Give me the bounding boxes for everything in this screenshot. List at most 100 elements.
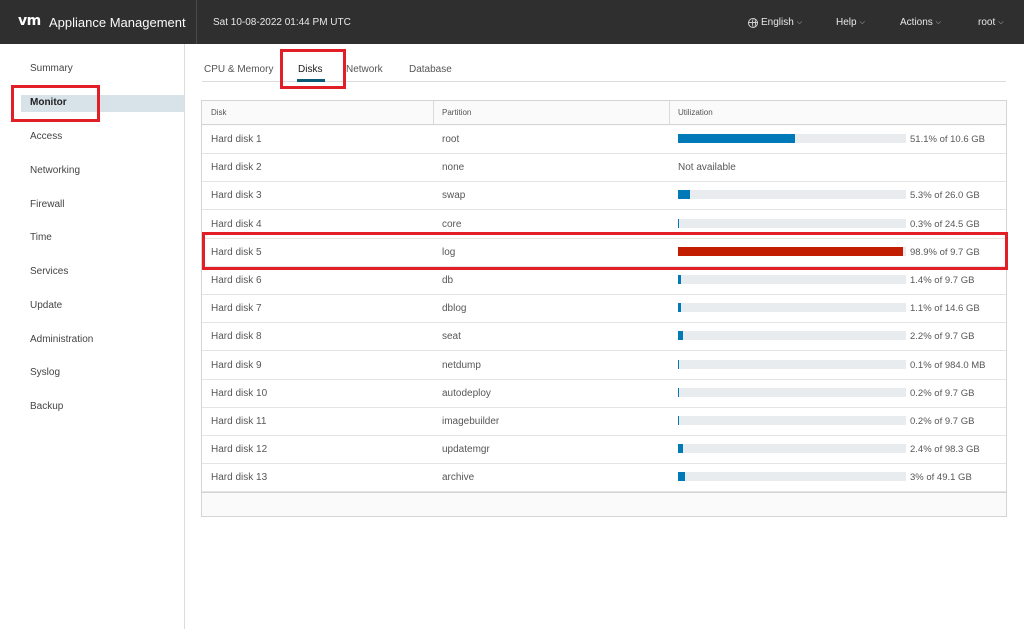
disks-table: Disk Partition Utilization Hard disk 1 ro… [201, 100, 1007, 517]
utilization-text: 2.2% of 9.7 GB [910, 331, 975, 343]
disk-name-cell: Hard disk 3 [211, 190, 262, 202]
table-body: Hard disk 1 root 51.1% of 10.6 GB Hard disk… [202, 126, 1006, 493]
sidebar-item-services[interactable]: Services [30, 266, 68, 277]
utilization-bar-fill [678, 331, 684, 341]
disk-name-cell: Hard disk 9 [211, 359, 262, 371]
table-row[interactable]: Hard disk 7 dblog 1.1% of 14.6 GB [202, 295, 1006, 324]
column-separator[interactable] [433, 101, 434, 125]
table-footer [202, 492, 1006, 516]
disk-name-cell: Hard disk 8 [211, 331, 262, 343]
utilization-bar-fill [678, 387, 680, 397]
top-header: vm Appliance Management Sat 10-08-2022 0… [0, 0, 1024, 44]
disk-name-cell: Hard disk 1 [211, 134, 262, 145]
tab-database[interactable]: Database [409, 64, 452, 75]
partition-cell: seat [442, 331, 461, 343]
sidebar-item-access[interactable]: Access [30, 131, 62, 142]
utilization-bar [678, 387, 906, 397]
utilization-bar-fill [678, 303, 681, 313]
utilization-text: Not available [678, 162, 736, 174]
annotation-hard-disk-5-highlight [202, 232, 1008, 270]
column-header-partition[interactable]: Partition [442, 108, 471, 117]
utilization-bar [678, 472, 906, 482]
partition-cell: archive [442, 472, 475, 484]
table-row[interactable]: Hard disk 11 imagebuilder 0.2% of 9.7 GB [202, 408, 1006, 436]
partition-cell: root [442, 134, 460, 145]
disk-name-cell: Hard disk 6 [211, 275, 262, 286]
utilization-bar-fill [678, 275, 682, 284]
utilization-bar-fill [678, 444, 684, 454]
chevron-down-icon: ⌵ [859, 18, 865, 26]
disk-name-cell: Hard disk 2 [211, 162, 262, 174]
sidebar-item-time[interactable]: Time [30, 232, 52, 243]
utilization-bar [678, 331, 906, 341]
table-row[interactable]: Hard disk 2 none Not available [202, 154, 1006, 183]
annotation-disks-tab-highlight [280, 49, 346, 89]
header-divider [196, 0, 197, 44]
table-row[interactable]: Hard disk 6 db 1.4% of 9.7 GB [202, 267, 1006, 295]
utilization-bar-fill [678, 472, 685, 482]
utilization-text: 3% of 49.1 GB [910, 472, 972, 484]
disk-name-cell: Hard disk 11 [211, 416, 267, 427]
sidebar-item-update[interactable]: Update [30, 300, 62, 311]
sidebar-item-syslog[interactable]: Syslog [30, 367, 60, 378]
partition-cell: swap [442, 190, 466, 202]
sidebar-item-networking[interactable]: Networking [30, 165, 80, 176]
utilization-text: 51.1% of 10.6 GB [910, 134, 985, 145]
utilization-bar-fill [678, 416, 680, 425]
table-row[interactable]: Hard disk 1 root 51.1% of 10.6 GB [202, 126, 1006, 154]
annotation-monitor-highlight [11, 85, 100, 122]
user-label: root [978, 17, 996, 28]
partition-cell: autodeploy [442, 387, 491, 399]
actions-label: Actions [900, 17, 933, 28]
utilization-text: 0.3% of 24.5 GB [910, 218, 980, 230]
table-row[interactable]: Hard disk 13 archive 3% of 49.1 GB [202, 464, 1006, 493]
utilization-bar [678, 359, 906, 369]
disk-name-cell: Hard disk 12 [211, 444, 268, 456]
utilization-bar-fill [678, 359, 680, 369]
utilization-bar-fill [678, 134, 795, 143]
tab-network[interactable]: Network [346, 64, 383, 75]
chevron-down-icon: ⌵ [935, 18, 942, 26]
help-menu[interactable]: Help ⌵ [836, 17, 865, 28]
chevron-down-icon: ⌵ [796, 18, 803, 26]
disk-name-cell: Hard disk 10 [211, 387, 268, 399]
utilization-text: 2.4% of 98.3 GB [910, 444, 980, 456]
app-title: Appliance Management [49, 15, 186, 30]
utilization-bar-fill [678, 218, 680, 228]
table-row[interactable]: Hard disk 9 netdump 0.1% of 984.0 MB [202, 352, 1006, 380]
utilization-bar [678, 134, 906, 143]
sidebar: Summary Monitor Access Networking Firewa… [0, 44, 185, 629]
table-header: Disk Partition Utilization [202, 101, 1006, 125]
language-menu[interactable]: English ⌵ [748, 17, 802, 28]
disk-name-cell: Hard disk 13 [211, 472, 268, 484]
language-label: English [761, 17, 794, 28]
utilization-text: 1.4% of 9.7 GB [910, 275, 975, 286]
utilization-text: 1.1% of 14.6 GB [910, 303, 980, 315]
partition-cell: imagebuilder [442, 416, 500, 427]
table-row[interactable]: Hard disk 8 seat 2.2% of 9.7 GB [202, 323, 1006, 352]
table-row[interactable]: Hard disk 3 swap 5.3% of 26.0 GB [202, 182, 1006, 211]
table-row[interactable]: Hard disk 12 updatemgr 2.4% of 98.3 GB [202, 436, 1006, 465]
utilization-text: 5.3% of 26.0 GB [910, 190, 980, 202]
table-row[interactable]: Hard disk 10 autodeploy 0.2% of 9.7 GB [202, 380, 1006, 408]
column-separator[interactable] [669, 101, 670, 125]
globe-icon [748, 17, 758, 28]
user-menu[interactable]: root ⌵ [978, 17, 1004, 28]
utilization-bar [678, 444, 906, 454]
utilization-bar [678, 218, 906, 228]
partition-cell: dblog [442, 303, 467, 315]
disk-name-cell: Hard disk 7 [211, 303, 262, 315]
column-header-utilization[interactable]: Utilization [678, 108, 713, 117]
sidebar-item-administration[interactable]: Administration [30, 334, 93, 345]
partition-cell: updatemgr [442, 444, 490, 456]
actions-menu[interactable]: Actions ⌵ [900, 17, 941, 28]
sidebar-item-firewall[interactable]: Firewall [30, 199, 64, 210]
partition-cell: netdump [442, 359, 481, 371]
sidebar-item-summary[interactable]: Summary [30, 63, 73, 74]
tab-cpu-memory[interactable]: CPU & Memory [204, 64, 273, 75]
utilization-bar-fill [678, 190, 691, 200]
column-header-disk[interactable]: Disk [211, 108, 227, 117]
utilization-text: 0.1% of 984.0 MB [910, 359, 986, 371]
utilization-bar [678, 416, 906, 425]
sidebar-item-backup[interactable]: Backup [30, 401, 63, 412]
